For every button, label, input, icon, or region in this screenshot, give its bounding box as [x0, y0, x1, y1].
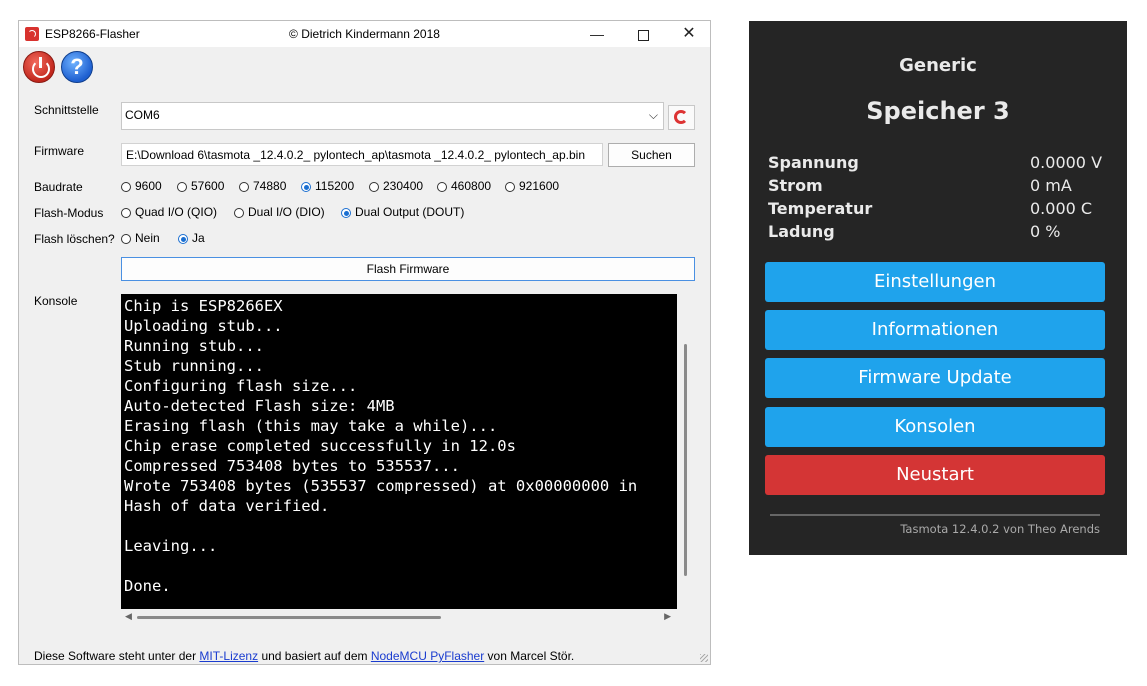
chevron-down-icon: ⌵	[648, 108, 658, 122]
mode-radio-qio[interactable]: Quad I/O (QIO)	[121, 205, 217, 219]
baud-radio-74880[interactable]: 74880	[239, 179, 286, 193]
firmware-label: Firmware	[34, 144, 84, 158]
tasmota-panel: Generic Speicher 3 Spannung 0.0000 V Stro…	[749, 21, 1127, 555]
mit-license-link[interactable]: MIT-Lizenz	[199, 649, 258, 663]
port-value: COM6	[125, 108, 160, 122]
minimize-button[interactable]: —	[574, 21, 620, 47]
baud-radio-57600[interactable]: 57600	[177, 179, 224, 193]
title-bar: ESP8266-Flasher © Dietrich Kindermann 20…	[19, 21, 710, 47]
help-button[interactable]: ?	[61, 51, 93, 83]
footer-text: Diese Software steht unter der MIT-Lizen…	[34, 649, 575, 663]
resize-grip-icon[interactable]	[700, 654, 708, 662]
erase-radio-nein[interactable]: Nein	[121, 231, 160, 245]
baud-radio-460800[interactable]: 460800	[437, 179, 491, 193]
baud-radio-115200[interactable]: 115200	[301, 179, 354, 193]
firmware-update-button[interactable]: Firmware Update	[765, 358, 1105, 398]
consoles-button[interactable]: Konsolen	[765, 407, 1105, 447]
settings-button[interactable]: Einstellungen	[765, 262, 1105, 302]
erase-radio-ja[interactable]: Ja	[178, 231, 205, 245]
sensor-row-voltage: Spannung 0.0000 V	[768, 153, 1103, 172]
baud-radio-921600[interactable]: 921600	[505, 179, 559, 193]
console-vertical-scrollbar[interactable]	[677, 294, 695, 609]
pyflasher-link[interactable]: NodeMCU PyFlasher	[371, 649, 484, 663]
espressif-app-icon	[25, 27, 39, 41]
information-button[interactable]: Informationen	[765, 310, 1105, 350]
flasher-window: ESP8266-Flasher © Dietrich Kindermann 20…	[18, 20, 711, 665]
mode-radio-dio[interactable]: Dual I/O (DIO)	[234, 205, 325, 219]
scroll-left-icon[interactable]: ◀	[125, 611, 132, 622]
port-label: Schnittstelle	[34, 103, 99, 117]
baudrate-label: Baudrate	[34, 180, 83, 194]
port-select[interactable]: COM6 ⌵	[121, 102, 664, 130]
firmware-path-input[interactable]: E:\Download 6\tasmota _12.4.0.2_ pylonte…	[121, 143, 603, 166]
sensor-row-temperature: Temperatur 0.000 C	[768, 199, 1093, 218]
scroll-right-icon[interactable]: ▶	[664, 611, 671, 622]
restart-button[interactable]: Neustart	[765, 455, 1105, 495]
window-title: ESP8266-Flasher	[45, 27, 140, 41]
mode-radio-dout[interactable]: Dual Output (DOUT)	[341, 205, 464, 219]
refresh-icon	[674, 110, 688, 124]
flash-mode-label: Flash-Modus	[34, 206, 104, 220]
console-output[interactable]: Chip is ESP8266EX Uploading stub... Runn…	[121, 294, 677, 609]
scrollbar-thumb[interactable]	[137, 616, 441, 619]
browse-button[interactable]: Suchen	[608, 143, 695, 167]
refresh-ports-button[interactable]	[668, 105, 695, 130]
baud-radio-9600[interactable]: 9600	[121, 179, 162, 193]
maximize-button[interactable]	[620, 21, 666, 47]
baud-radio-230400[interactable]: 230400	[369, 179, 423, 193]
divider	[770, 514, 1100, 516]
page-title: Speicher 3	[866, 97, 1010, 125]
erase-label: Flash löschen?	[34, 232, 115, 246]
flash-firmware-button[interactable]: Flash Firmware	[121, 257, 695, 281]
console-label: Konsole	[34, 294, 78, 308]
tasmota-footer: Tasmota 12.4.0.2 von Theo Arends	[900, 522, 1100, 536]
maximize-icon	[637, 29, 649, 41]
sensor-row-current: Strom 0 mA	[768, 176, 1072, 195]
close-button[interactable]: ✕	[666, 21, 712, 47]
sensor-row-charge: Ladung 0 %	[768, 222, 1061, 241]
power-exit-button[interactable]	[23, 51, 55, 83]
device-name: Generic	[899, 55, 977, 76]
console-horizontal-scrollbar[interactable]: ◀ ▶	[121, 609, 677, 625]
scrollbar-thumb[interactable]	[684, 344, 687, 576]
